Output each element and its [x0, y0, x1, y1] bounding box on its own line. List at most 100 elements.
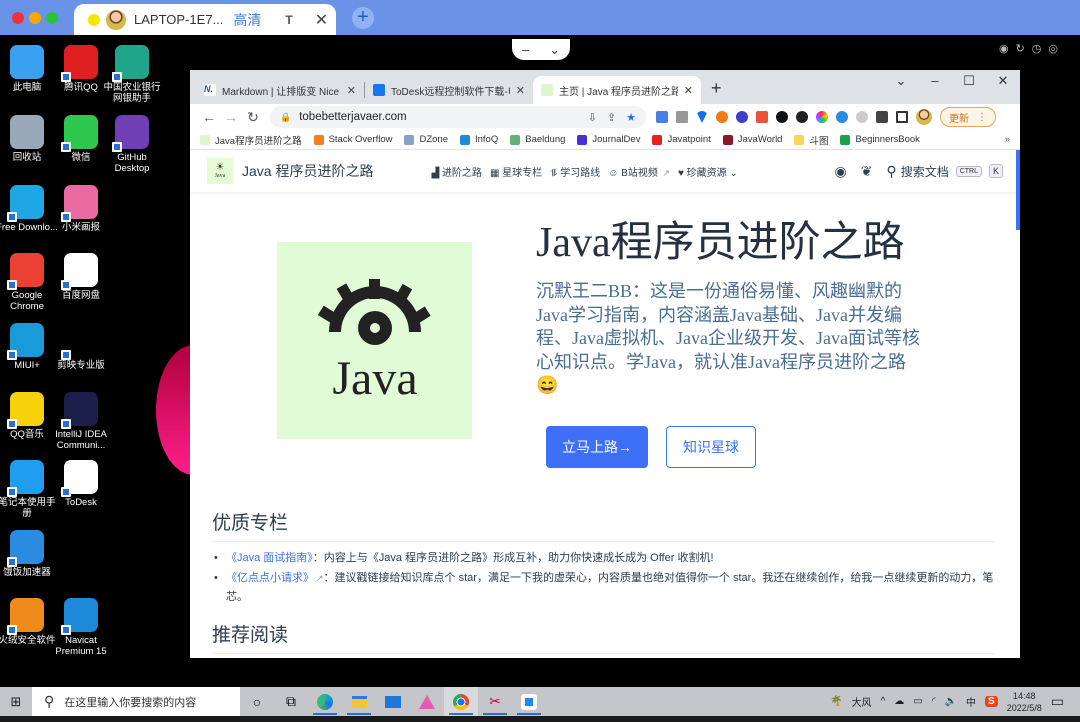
bookmark-item[interactable]: 斗图: [794, 133, 828, 147]
text-mode-button[interactable]: T: [285, 13, 292, 27]
nav-item-resources[interactable]: ♥ 珍藏资源 ⌄: [678, 164, 738, 179]
clock-icon[interactable]: ◷: [1032, 42, 1042, 55]
side-panel-icon[interactable]: [896, 111, 908, 123]
new-tab-button[interactable]: +: [711, 78, 722, 99]
nav-item-roadmap[interactable]: ⥮ 学习路线: [550, 164, 600, 179]
file-explorer-icon[interactable]: [342, 687, 376, 716]
close-session-button[interactable]: ✕: [315, 10, 328, 30]
desktop-icon[interactable]: GitHub Desktop: [99, 115, 165, 174]
profile-avatar[interactable]: [916, 109, 932, 125]
wifi-icon[interactable]: ◜: [932, 696, 936, 707]
close-button[interactable]: ✕: [986, 70, 1020, 92]
star-request-link[interactable]: 《亿点点小请求》: [226, 572, 314, 584]
desktop-icon[interactable]: IntelliJ IDEA Communi...: [48, 392, 114, 451]
desktop-icon[interactable]: ToDesk: [48, 460, 114, 508]
extensions-puzzle-icon[interactable]: [876, 111, 888, 123]
search-docs-button[interactable]: ⚲ 搜索文档 CTRL K: [886, 163, 1003, 180]
bookmark-item[interactable]: JournalDev: [577, 134, 640, 145]
quality-toggle[interactable]: 高清: [233, 10, 261, 30]
desktop-icon[interactable]: 饿饭加速器: [0, 530, 60, 578]
minimize-button[interactable]: –: [918, 70, 952, 92]
vue-devtools-icon[interactable]: [696, 111, 708, 123]
pill-minimize-button[interactable]: –: [522, 42, 529, 57]
extension-icon[interactable]: [776, 111, 788, 123]
reload-button[interactable]: ↻: [242, 109, 264, 126]
share-icon[interactable]: ⇪: [607, 111, 616, 124]
app-icon[interactable]: [410, 687, 444, 716]
site-title[interactable]: Java 程序员进阶之路: [242, 161, 373, 181]
mail-icon[interactable]: [376, 687, 410, 716]
maximize-button[interactable]: ☐: [952, 70, 986, 92]
color-extension-icon[interactable]: [816, 111, 828, 123]
chrome-icon[interactable]: [444, 687, 478, 716]
bookmark-item[interactable]: Java程序员进阶之路: [200, 133, 302, 147]
extension-icon[interactable]: [856, 111, 868, 123]
task-view-icon[interactable]: ⧉: [274, 687, 308, 716]
remote-control-pill[interactable]: – ⌄: [512, 39, 570, 60]
volume-icon[interactable]: 🔈: [945, 696, 957, 707]
refresh-icon[interactable]: ↻: [1016, 42, 1025, 55]
battery-icon[interactable]: ▭: [913, 696, 922, 707]
weibo-icon[interactable]: ◎: [1048, 42, 1058, 55]
bookmark-item[interactable]: Stack Overflow: [313, 134, 392, 145]
menu-dots-icon[interactable]: ⋮: [977, 112, 987, 123]
extension-icon[interactable]: [756, 111, 768, 123]
nav-item-planet[interactable]: ▦ 星球专栏: [490, 164, 542, 179]
github-icon[interactable]: ◉: [834, 163, 846, 180]
desktop-icon[interactable]: 中国农业银行网银助手: [99, 45, 165, 104]
nav-item-advance[interactable]: ▟ 进阶之路: [431, 164, 481, 179]
nav-item-bilibili[interactable]: ☺ B站视频 ↗: [608, 164, 670, 179]
bookmark-item[interactable]: InfoQ: [459, 134, 498, 145]
extension-icon[interactable]: [676, 111, 688, 123]
desktop-icon[interactable]: 小米画报: [48, 185, 114, 233]
weather-text[interactable]: 大风: [852, 694, 872, 709]
notification-center-icon[interactable]: ▭: [1051, 693, 1064, 710]
firefox-like-extension-icon[interactable]: [716, 111, 728, 123]
chat-extension-icon[interactable]: [796, 111, 808, 123]
close-tab-icon[interactable]: ✕: [347, 84, 356, 97]
desktop-icon[interactable]: 剪映专业版: [48, 323, 114, 371]
lock-icon[interactable]: 🔒: [280, 112, 291, 123]
new-session-button[interactable]: +: [352, 7, 374, 29]
bookmark-item[interactable]: Javatpoint: [652, 134, 711, 145]
bookmark-item[interactable]: DZone: [404, 134, 448, 145]
s-extension-icon[interactable]: [736, 111, 748, 123]
interview-guide-link[interactable]: 《Java 面试指南》: [226, 552, 313, 564]
get-started-button[interactable]: 立马上路→: [546, 426, 648, 468]
pill-collapse-button[interactable]: ⌄: [549, 42, 560, 58]
ime-indicator[interactable]: 中: [966, 694, 976, 709]
bookmark-item[interactable]: Baeldung: [510, 134, 565, 145]
tab-mdnice[interactable]: N. Markdown | 让排版变 Nice ✕: [196, 76, 364, 104]
tab-search-button[interactable]: ⌄: [884, 70, 918, 92]
windows-start-icon[interactable]: ⊞: [0, 694, 32, 710]
bookmarks-overflow-button[interactable]: »: [1005, 134, 1010, 145]
minimize-window-button[interactable]: [29, 12, 41, 24]
install-icon[interactable]: ⇩: [588, 111, 597, 124]
snipping-icon[interactable]: ✂: [478, 687, 512, 716]
bookmark-star-icon[interactable]: ★: [626, 111, 636, 124]
page-scrollbar[interactable]: [1016, 150, 1020, 230]
close-window-button[interactable]: [12, 12, 24, 24]
close-tab-icon[interactable]: ✕: [516, 84, 525, 97]
cloud-icon[interactable]: ☁: [894, 696, 904, 707]
theme-toggle-icon[interactable]: ❦: [861, 163, 873, 180]
desktop-icon[interactable]: Navicat Premium 15: [48, 598, 114, 657]
tab-todesk[interactable]: ToDesk远程控制软件下载-电脑远 ✕: [365, 76, 533, 104]
cortana-icon[interactable]: ○: [240, 687, 274, 716]
taskbar-search[interactable]: ⚲ 在这里输入你要搜索的内容: [32, 687, 240, 716]
bookmark-item[interactable]: JavaWorld: [722, 134, 782, 145]
tab-javaer-home[interactable]: 主页 | Java 程序员进阶之路 ✕: [533, 76, 701, 104]
site-logo[interactable]: ☀ Java: [207, 158, 233, 184]
maximize-window-button[interactable]: [46, 12, 58, 24]
translate-extension-icon[interactable]: [656, 111, 668, 123]
chevron-up-icon[interactable]: ^: [881, 696, 886, 707]
sogou-ime-icon[interactable]: S: [985, 696, 998, 707]
todesk-icon[interactable]: [512, 687, 546, 716]
remote-session-tab[interactable]: LAPTOP-1E7... 高清 T ✕: [74, 4, 336, 35]
forward-button[interactable]: →: [220, 109, 242, 125]
knowledge-planet-button[interactable]: 知识星球: [666, 426, 756, 468]
address-bar[interactable]: 🔒 tobebetterjavaer.com ⇩ ⇪ ★: [270, 106, 646, 128]
shield-icon[interactable]: ◉: [999, 42, 1009, 55]
weather-icon[interactable]: 🌴: [830, 696, 842, 707]
system-clock[interactable]: 14:48 2022/5/8: [1007, 690, 1042, 714]
